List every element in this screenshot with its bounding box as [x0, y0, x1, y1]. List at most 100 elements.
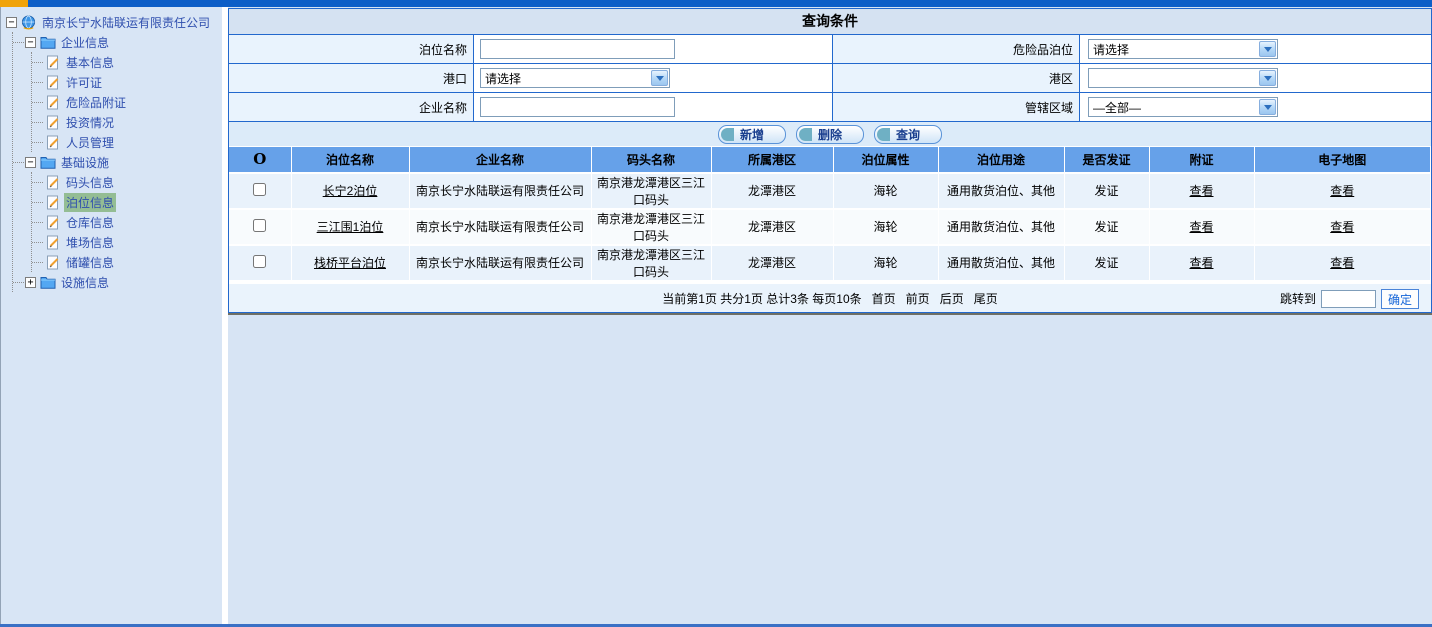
berth-name-input[interactable] [480, 39, 675, 59]
tree-item-label[interactable]: 基础设施 [59, 153, 111, 172]
company-cell: 南京长宁水陆联运有限责任公司 [409, 173, 591, 209]
tree-item-label[interactable]: 危险品附证 [64, 93, 128, 112]
tree-item-label[interactable]: 储罐信息 [64, 253, 116, 272]
tree-item-label[interactable]: 堆场信息 [64, 233, 116, 252]
company-name-label: 企业名称 [229, 93, 474, 121]
last-page-link[interactable]: 尾页 [974, 290, 998, 307]
checkbox-cell [229, 245, 291, 281]
add-button[interactable]: 新增 [718, 125, 786, 144]
top-accent-orange [0, 0, 28, 7]
tree-item-label[interactable]: 人员管理 [64, 133, 116, 152]
tree-item-label[interactable]: 基本信息 [64, 53, 116, 72]
minus-expander-icon[interactable]: − [25, 157, 36, 168]
row-checkbox[interactable] [253, 219, 266, 232]
port-select[interactable]: 请选择 [480, 68, 670, 88]
dangerous-berth-select[interactable]: 请选择 [1088, 39, 1278, 59]
select-all-header[interactable]: O [229, 147, 291, 173]
jump-page-input[interactable] [1321, 290, 1376, 308]
berth-name-link[interactable]: 长宁2泊位 [323, 184, 378, 198]
tree-item[interactable]: 人员管理 [44, 132, 222, 152]
emap-cell: 查看 [1254, 173, 1431, 209]
form-row: 港口 请选择 港区 [229, 63, 1431, 92]
company-name-input[interactable] [480, 97, 675, 117]
tree-item-label[interactable]: 码头信息 [64, 173, 116, 192]
plus-expander-icon[interactable]: + [25, 277, 36, 288]
tree-item[interactable]: − 基础设施 [25, 152, 222, 172]
port-area-cell: 龙潭港区 [711, 245, 833, 281]
chevron-down-icon[interactable] [1259, 70, 1276, 86]
emap-cell: 查看 [1254, 209, 1431, 245]
tree-item-label[interactable]: 南京长宁水陆联运有限责任公司 [40, 13, 212, 32]
company-cell: 南京长宁水陆联运有限责任公司 [409, 245, 591, 281]
first-page-link[interactable]: 首页 [872, 290, 896, 307]
tree-item-label[interactable]: 投资情况 [64, 113, 116, 132]
dock-name-cell: 南京港龙潭港区三江口码头 [591, 209, 711, 245]
toolbar-buttons: 新增 删除 查询 [229, 121, 1431, 146]
attach-view-link[interactable]: 查看 [1189, 220, 1213, 234]
table-row: 长宁2泊位南京长宁水陆联运有限责任公司南京港龙潭港区三江口码头龙潭港区海轮通用散… [229, 173, 1431, 209]
minus-expander-icon[interactable]: − [6, 17, 17, 28]
checkbox-cell [229, 209, 291, 245]
tree-item[interactable]: 泊位信息 [44, 192, 222, 212]
tree-item[interactable]: 危险品附证 [44, 92, 222, 112]
berth-name-link[interactable]: 栈桥平台泊位 [314, 256, 386, 270]
doc-icon [44, 234, 61, 250]
attach-view-link[interactable]: 查看 [1189, 184, 1213, 198]
attach-cert-cell: 查看 [1149, 209, 1254, 245]
table-row: 栈桥平台泊位南京长宁水陆联运有限责任公司南京港龙潭港区三江口码头龙潭港区海轮通用… [229, 245, 1431, 281]
column-header: 附证 [1149, 147, 1254, 173]
tree-item-label[interactable]: 设施信息 [59, 273, 111, 292]
tree-node: 仓库信息 [44, 212, 222, 232]
berth-name-link[interactable]: 三江围1泊位 [317, 220, 384, 234]
port-area-select[interactable] [1088, 68, 1278, 88]
minus-expander-icon[interactable]: − [25, 37, 36, 48]
tree-item[interactable]: 许可证 [44, 72, 222, 92]
row-checkbox[interactable] [253, 255, 266, 268]
doc-icon [44, 94, 61, 110]
tree-item[interactable]: 堆场信息 [44, 232, 222, 252]
prev-page-link[interactable]: 前页 [906, 290, 930, 307]
tree-item[interactable]: − 南京长宁水陆联运有限责任公司 [6, 12, 222, 32]
button-label: 删除 [818, 126, 842, 143]
query-button[interactable]: 查询 [874, 125, 942, 144]
column-header: 所属港区 [711, 147, 833, 173]
emap-view-link[interactable]: 查看 [1330, 256, 1354, 270]
tree-item[interactable]: 仓库信息 [44, 212, 222, 232]
select-all-icon[interactable]: O [253, 150, 266, 168]
tree-item[interactable]: − 企业信息 [25, 32, 222, 52]
tree-node: 许可证 [44, 72, 222, 92]
tree-item[interactable]: 基本信息 [44, 52, 222, 72]
tree-item-label[interactable]: 仓库信息 [64, 213, 116, 232]
emap-cell: 查看 [1254, 245, 1431, 281]
column-header: 是否发证 [1064, 147, 1149, 173]
tree-item[interactable]: + 设施信息 [25, 272, 222, 292]
tree-item[interactable]: 储罐信息 [44, 252, 222, 272]
row-checkbox[interactable] [253, 183, 266, 196]
confirm-button[interactable]: 确定 [1381, 289, 1419, 309]
jurisdiction-select[interactable]: —全部— [1088, 97, 1278, 117]
doc-icon [44, 54, 61, 70]
grid-header-row: O 泊位名称企业名称码头名称所属港区泊位属性泊位用途是否发证附证电子地图 [229, 147, 1431, 173]
emap-view-link[interactable]: 查看 [1330, 220, 1354, 234]
tree-item-label[interactable]: 泊位信息 [64, 193, 116, 212]
tree-item-label[interactable]: 企业信息 [59, 33, 111, 52]
company-cell: 南京长宁水陆联运有限责任公司 [409, 209, 591, 245]
delete-button[interactable]: 删除 [796, 125, 864, 144]
attach-view-link[interactable]: 查看 [1189, 256, 1213, 270]
chevron-down-icon[interactable] [1259, 41, 1276, 57]
column-header: 泊位属性 [833, 147, 938, 173]
tree-item[interactable]: 投资情况 [44, 112, 222, 132]
pagination-jump: 跳转到 确定 [1280, 284, 1419, 314]
chevron-down-icon[interactable] [651, 70, 668, 86]
pagination-center: 当前第1页 共分1页 总计3条 每页10条 首页前页后页尾页 [229, 284, 1431, 314]
tree-item[interactable]: 码头信息 [44, 172, 222, 192]
emap-view-link[interactable]: 查看 [1330, 184, 1354, 198]
tree-node: 危险品附证 [44, 92, 222, 112]
dangerous-berth-label: 危险品泊位 [833, 35, 1080, 63]
next-page-link[interactable]: 后页 [940, 290, 964, 307]
tree-item-label[interactable]: 许可证 [64, 73, 104, 92]
doc-icon [44, 194, 61, 210]
chevron-down-icon[interactable] [1259, 99, 1276, 115]
berth-usage-cell: 通用散货泊位、其他 [938, 209, 1064, 245]
doc-icon [44, 254, 61, 270]
